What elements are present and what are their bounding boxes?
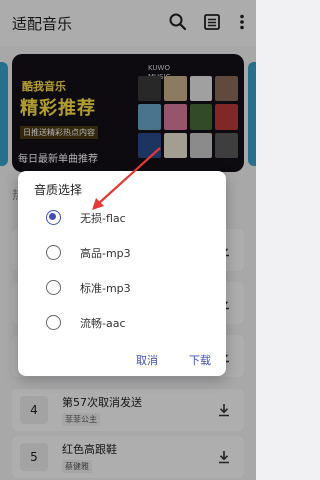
quality-option-standard-mp3[interactable]: 标准-mp3 [18, 270, 226, 304]
option-label: 无损-flac [80, 212, 126, 225]
quality-option-high-mp3[interactable]: 高品-mp3 [18, 235, 226, 269]
radio-unselected[interactable] [46, 315, 61, 330]
radio-unselected[interactable] [46, 245, 61, 260]
download-button[interactable]: 下载 [189, 352, 211, 368]
radio-selected[interactable] [46, 210, 61, 225]
quality-dialog: 音质选择 无损-flac 高品-mp3 标准-mp3 流畅-aac 取消 下载 [18, 171, 226, 376]
option-label: 高品-mp3 [80, 247, 131, 260]
dialog-title: 音质选择 [34, 183, 83, 197]
option-label: 流畅-aac [80, 317, 126, 330]
quality-option-aac[interactable]: 流畅-aac [18, 305, 226, 339]
quality-option-flac[interactable]: 无损-flac [18, 200, 226, 234]
radio-unselected[interactable] [46, 280, 61, 295]
cancel-button[interactable]: 取消 [136, 352, 158, 368]
option-label: 标准-mp3 [80, 282, 131, 295]
